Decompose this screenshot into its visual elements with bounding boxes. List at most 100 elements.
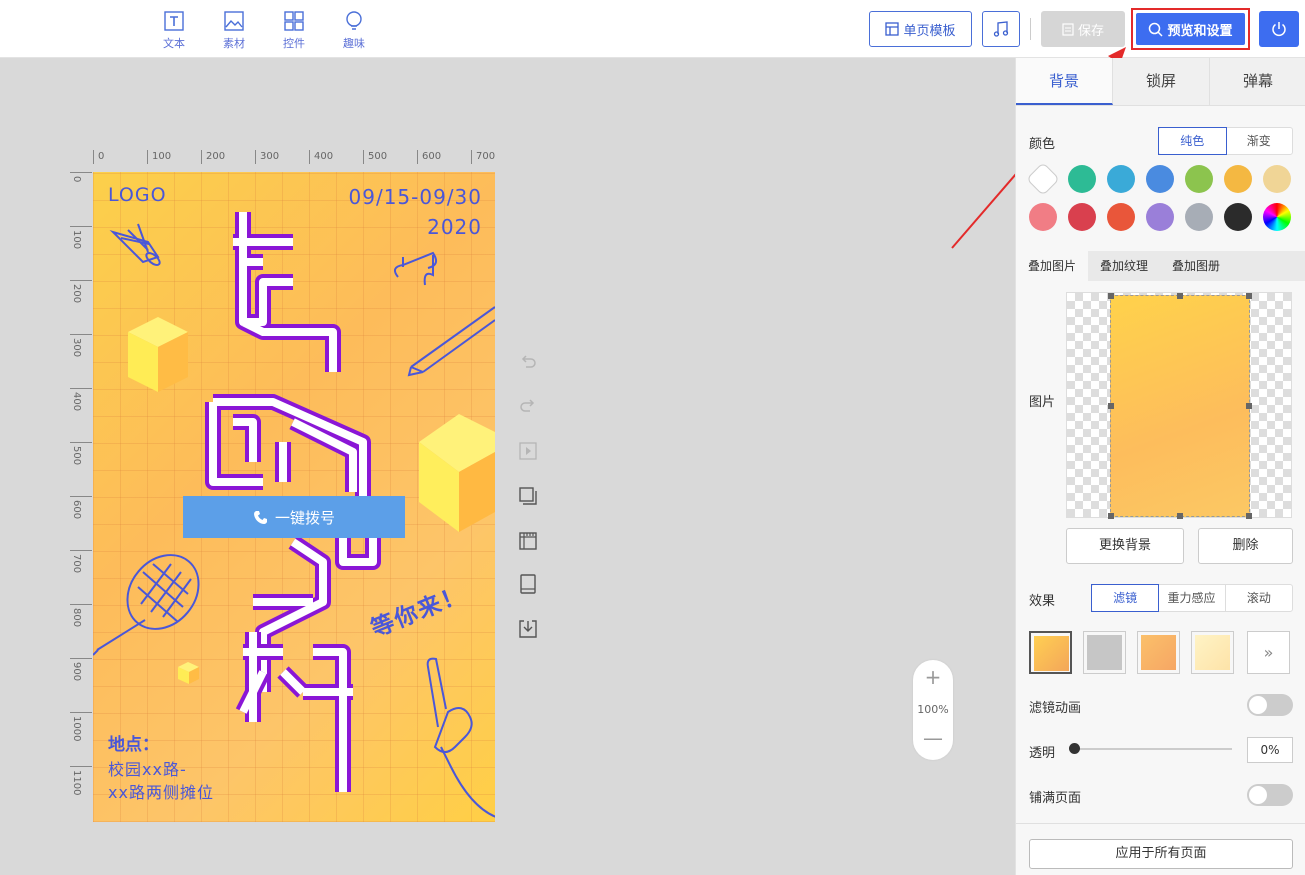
ruler-tick: 800 — [70, 604, 92, 627]
ruler-tick: 500 — [70, 442, 92, 465]
zoom-control: + 100% — — [913, 660, 953, 760]
apply-to-all-pages-button[interactable]: 应用于所有页面 — [1029, 839, 1293, 869]
ruler-tick: 400 — [70, 388, 92, 411]
ruler-tick-label: 100 — [71, 230, 82, 250]
play-icon — [519, 442, 537, 460]
preview-highlight-box: 预览和设置 — [1131, 8, 1250, 50]
preview-and-settings-button[interactable]: 预览和设置 — [1136, 13, 1245, 45]
ruler-tick: 400 — [309, 150, 333, 164]
filter-thumbnail[interactable] — [1083, 631, 1126, 674]
fill-page-toggle[interactable] — [1247, 784, 1293, 806]
tab-lockscreen[interactable]: 锁屏 — [1113, 58, 1210, 105]
filter-option[interactable]: 滤镜 — [1091, 584, 1160, 612]
ruler-tick: 900 — [70, 658, 92, 681]
poster-canvas[interactable]: LOGO 09/15-09/30 2020 一键拨号 等你来！ 地点： 校园xx… — [93, 172, 495, 822]
tool-material[interactable]: 素材 — [212, 10, 256, 51]
shuttlecock-illustration — [109, 223, 161, 266]
color-swatch[interactable] — [1146, 165, 1174, 193]
racket-illustration — [93, 554, 200, 656]
ruler-tick-label: 700 — [71, 554, 82, 574]
filter-preview — [1195, 635, 1230, 670]
gravity-option[interactable]: 重力感应 — [1158, 585, 1226, 611]
poster-date: 09/15-09/30 2020 — [349, 182, 483, 242]
preview-label: 预览和设置 — [1167, 23, 1233, 39]
tab-overlay-image[interactable]: 叠加图片 — [1016, 251, 1089, 281]
color-swatch[interactable] — [1107, 203, 1135, 231]
ruler-tick-label: 800 — [71, 608, 82, 628]
resize-handle[interactable] — [1246, 293, 1252, 299]
color-swatch[interactable] — [1185, 203, 1213, 231]
tab-overlay-texture[interactable]: 叠加纹理 — [1088, 251, 1160, 281]
replace-background-button[interactable]: 更换背景 — [1066, 528, 1184, 564]
resize-handle[interactable] — [1108, 403, 1114, 409]
device-preview-button[interactable] — [517, 573, 539, 595]
filter-thumbnail[interactable] — [1137, 631, 1180, 674]
resize-handle[interactable] — [1177, 513, 1183, 519]
resize-handle[interactable] — [1177, 293, 1183, 299]
resize-handle[interactable] — [1246, 513, 1252, 519]
pencil-illustration — [407, 306, 495, 377]
background-image-preview[interactable] — [1066, 292, 1292, 519]
date-year: 2020 — [427, 215, 482, 239]
filter-thumbnail[interactable] — [1191, 631, 1234, 674]
place-label: 地点： — [108, 735, 159, 755]
one-click-call-button[interactable]: 一键拨号 — [183, 496, 405, 538]
horizontal-ruler: 0 100 200 300 400 500 600 700 — [93, 150, 495, 170]
filter-thumbnail-selected[interactable] — [1029, 631, 1072, 674]
slider-knob[interactable] — [1069, 743, 1080, 754]
color-swatch[interactable] — [1185, 165, 1213, 193]
color-swatch[interactable] — [1029, 203, 1057, 231]
tab-background[interactable]: 背景 — [1016, 58, 1113, 105]
play-button[interactable] — [517, 440, 539, 462]
color-swatch[interactable] — [1146, 203, 1174, 231]
zoom-out-button[interactable]: — — [913, 728, 953, 748]
ruler-toggle-button[interactable] — [517, 530, 539, 552]
color-swatch[interactable] — [1068, 165, 1096, 193]
color-swatch[interactable] — [1068, 203, 1096, 231]
zoom-in-button[interactable]: + — [913, 667, 953, 687]
redo-button[interactable] — [517, 396, 539, 418]
ruler-tick-label: 500 — [71, 446, 82, 466]
filter-animation-toggle[interactable] — [1247, 694, 1293, 716]
tool-label: 趣味 — [343, 37, 365, 50]
single-page-template-button[interactable]: 单页模板 — [869, 11, 972, 47]
color-swatch[interactable] — [1224, 203, 1252, 231]
opacity-input[interactable]: 0% — [1247, 737, 1293, 763]
tab-overlay-album[interactable]: 叠加图册 — [1160, 251, 1232, 281]
save-button[interactable]: 保存 — [1041, 11, 1125, 47]
ruler-tick: 200 — [70, 280, 92, 303]
ruler-tick: 300 — [255, 150, 279, 164]
ruler-tick: 100 — [147, 150, 171, 164]
color-swatch[interactable] — [1263, 165, 1291, 193]
template-label: 单页模板 — [903, 23, 956, 39]
more-filters-button[interactable]: » — [1247, 631, 1290, 674]
color-swatch[interactable] — [1224, 165, 1252, 193]
delete-button[interactable]: 删除 — [1198, 528, 1293, 564]
ruler-tick: 700 — [471, 150, 495, 164]
tool-text[interactable]: 文本 — [152, 10, 196, 51]
undo-button[interactable] — [517, 352, 539, 374]
resize-handle[interactable] — [1108, 293, 1114, 299]
date-range: 09/15-09/30 — [348, 185, 482, 209]
tool-widgets[interactable]: 控件 — [272, 10, 316, 51]
tool-fun[interactable]: 趣味 — [332, 10, 376, 51]
cube-right — [419, 414, 495, 532]
resize-handle[interactable] — [1246, 403, 1252, 409]
panel-divider — [1016, 823, 1305, 824]
tab-danmaku[interactable]: 弹幕 — [1210, 58, 1305, 105]
ruler-tick: 0 — [70, 172, 92, 182]
layers-button[interactable] — [517, 485, 539, 507]
download-button[interactable] — [517, 618, 539, 640]
color-swatch-white[interactable] — [1026, 162, 1060, 196]
music-icon — [993, 21, 1009, 37]
scroll-option[interactable]: 滚动 — [1226, 585, 1292, 611]
opacity-slider[interactable] — [1069, 743, 1232, 754]
music-button[interactable] — [982, 11, 1020, 47]
solid-color-option[interactable]: 纯色 — [1158, 127, 1227, 155]
color-picker-wheel[interactable] — [1263, 203, 1291, 231]
color-swatch[interactable] — [1107, 165, 1135, 193]
resize-handle[interactable] — [1108, 513, 1114, 519]
gradient-option[interactable]: 渐变 — [1226, 128, 1293, 154]
effect-mode-switch: 滤镜 重力感应 滚动 — [1091, 584, 1293, 612]
exit-button[interactable] — [1259, 11, 1299, 47]
